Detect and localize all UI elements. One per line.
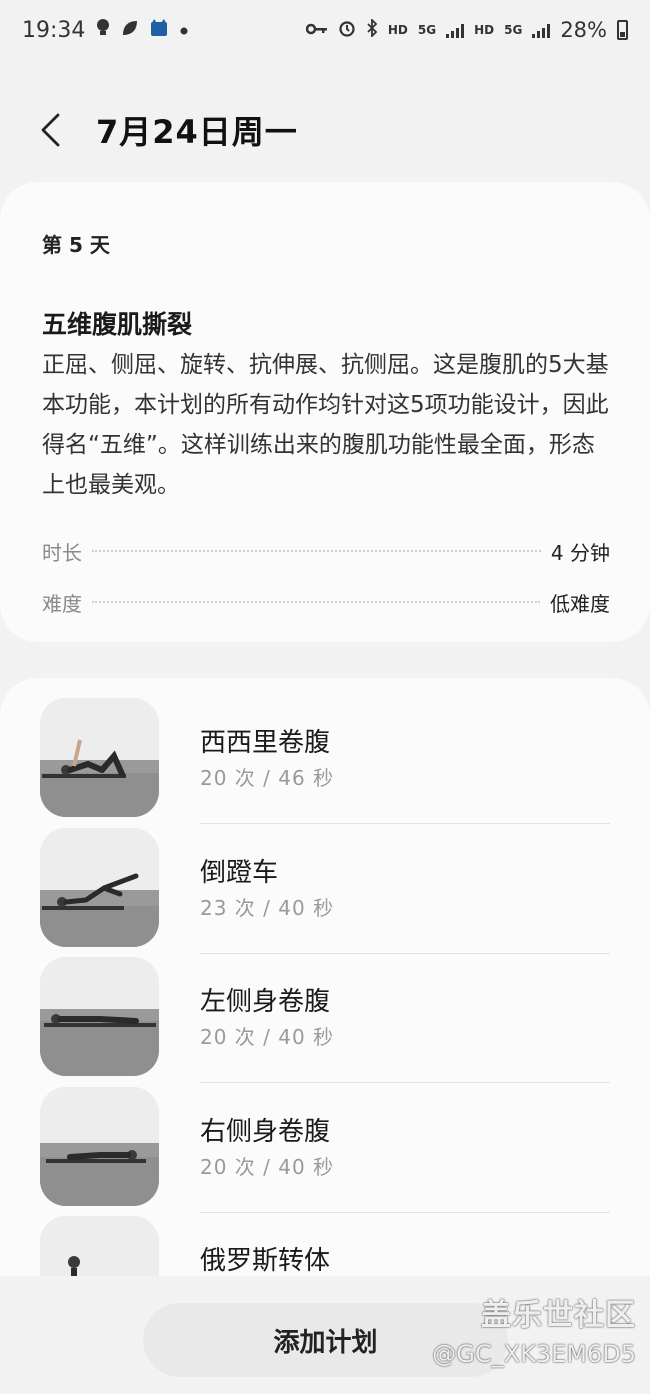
watermark-brand: 盖乐世社区 <box>481 1298 636 1333</box>
alarm-icon <box>338 19 356 42</box>
exercise-item[interactable]: 倒蹬车 23 次 / 40 秒 <box>0 808 650 954</box>
hd-indicator: HD <box>387 23 408 37</box>
notification-dot-icon <box>179 20 189 41</box>
battery-percent: 28% <box>560 18 607 42</box>
status-bar: 19:34 HD 5G HD 5G 28% <box>0 0 650 60</box>
back-icon[interactable] <box>40 110 70 150</box>
exercise-meta: 20 次 / 46 秒 <box>200 766 335 790</box>
exercise-name: 倒蹬车 <box>200 858 279 888</box>
lightbulb-icon <box>95 18 111 43</box>
exercise-name: 俄罗斯转体 <box>200 1246 331 1276</box>
leaf-icon <box>121 19 139 42</box>
header: 7月24日周一 <box>0 95 650 165</box>
bluetooth-icon <box>366 17 378 42</box>
signal-icon <box>446 22 465 38</box>
exercise-thumbnail <box>40 698 159 817</box>
plan-title: 五维腹肌撕裂 <box>42 310 193 339</box>
network-5g-indicator-2: 5G <box>504 23 523 37</box>
duration-leader <box>92 550 541 552</box>
day-label: 第 5 天 <box>42 233 110 257</box>
exercise-item[interactable]: 右侧身卷腹 20 次 / 40 秒 <box>0 1067 650 1213</box>
page-title: 7月24日周一 <box>96 113 298 151</box>
exercise-thumbnail <box>40 1216 159 1276</box>
signal-icon-2 <box>532 22 551 38</box>
exercise-meta: 20 次 / 40 秒 <box>200 1025 335 1049</box>
watermark: 盖乐世社区 @GC_XK3EM6D5 <box>432 1290 636 1368</box>
exercise-thumbnail <box>40 957 159 1076</box>
plan-info-card: 第 5 天 五维腹肌撕裂 正屈、侧屈、旋转、抗伸展、抗侧屈。这是腹肌的5大基本功… <box>0 182 650 642</box>
difficulty-value: 低难度 <box>550 591 610 616</box>
battery-icon <box>617 20 628 40</box>
duration-row: 时长 4 分钟 <box>42 536 610 566</box>
duration-label: 时长 <box>42 540 82 565</box>
exercise-thumbnail <box>40 1087 159 1206</box>
exercise-name: 左侧身卷腹 <box>200 987 331 1017</box>
plan-description: 正屈、侧屈、旋转、抗伸展、抗侧屈。这是腹肌的5大基本功能，本计划的所有动作均针对… <box>42 352 609 498</box>
exercise-item[interactable]: 左侧身卷腹 20 次 / 40 秒 <box>0 937 650 1083</box>
difficulty-row: 难度 低难度 <box>42 587 610 617</box>
exercise-name: 西西里卷腹 <box>200 728 331 758</box>
duration-value: 4 分钟 <box>550 540 610 565</box>
exercise-meta: 20 次 / 40 秒 <box>200 1155 335 1179</box>
exercise-item[interactable]: 西西里卷腹 20 次 / 46 秒 <box>0 678 650 824</box>
hd-indicator-2: HD <box>474 23 495 37</box>
key-icon <box>305 20 328 41</box>
exercise-name: 右侧身卷腹 <box>200 1117 331 1147</box>
network-5g-indicator: 5G <box>417 23 437 37</box>
exercise-thumbnail <box>40 828 159 947</box>
exercise-list: 西西里卷腹 20 次 / 46 秒 倒蹬车 23 次 / 40 秒 左侧身卷腹 … <box>0 678 650 1276</box>
difficulty-leader <box>92 601 540 603</box>
cat-app-icon <box>149 18 169 43</box>
difficulty-label: 难度 <box>42 591 82 616</box>
exercise-meta: 23 次 / 40 秒 <box>200 896 335 920</box>
watermark-handle: @GC_XK3EM6D5 <box>432 1340 636 1368</box>
exercise-item[interactable]: 俄罗斯转体 <box>0 1196 650 1276</box>
status-time: 19:34 <box>22 17 86 43</box>
